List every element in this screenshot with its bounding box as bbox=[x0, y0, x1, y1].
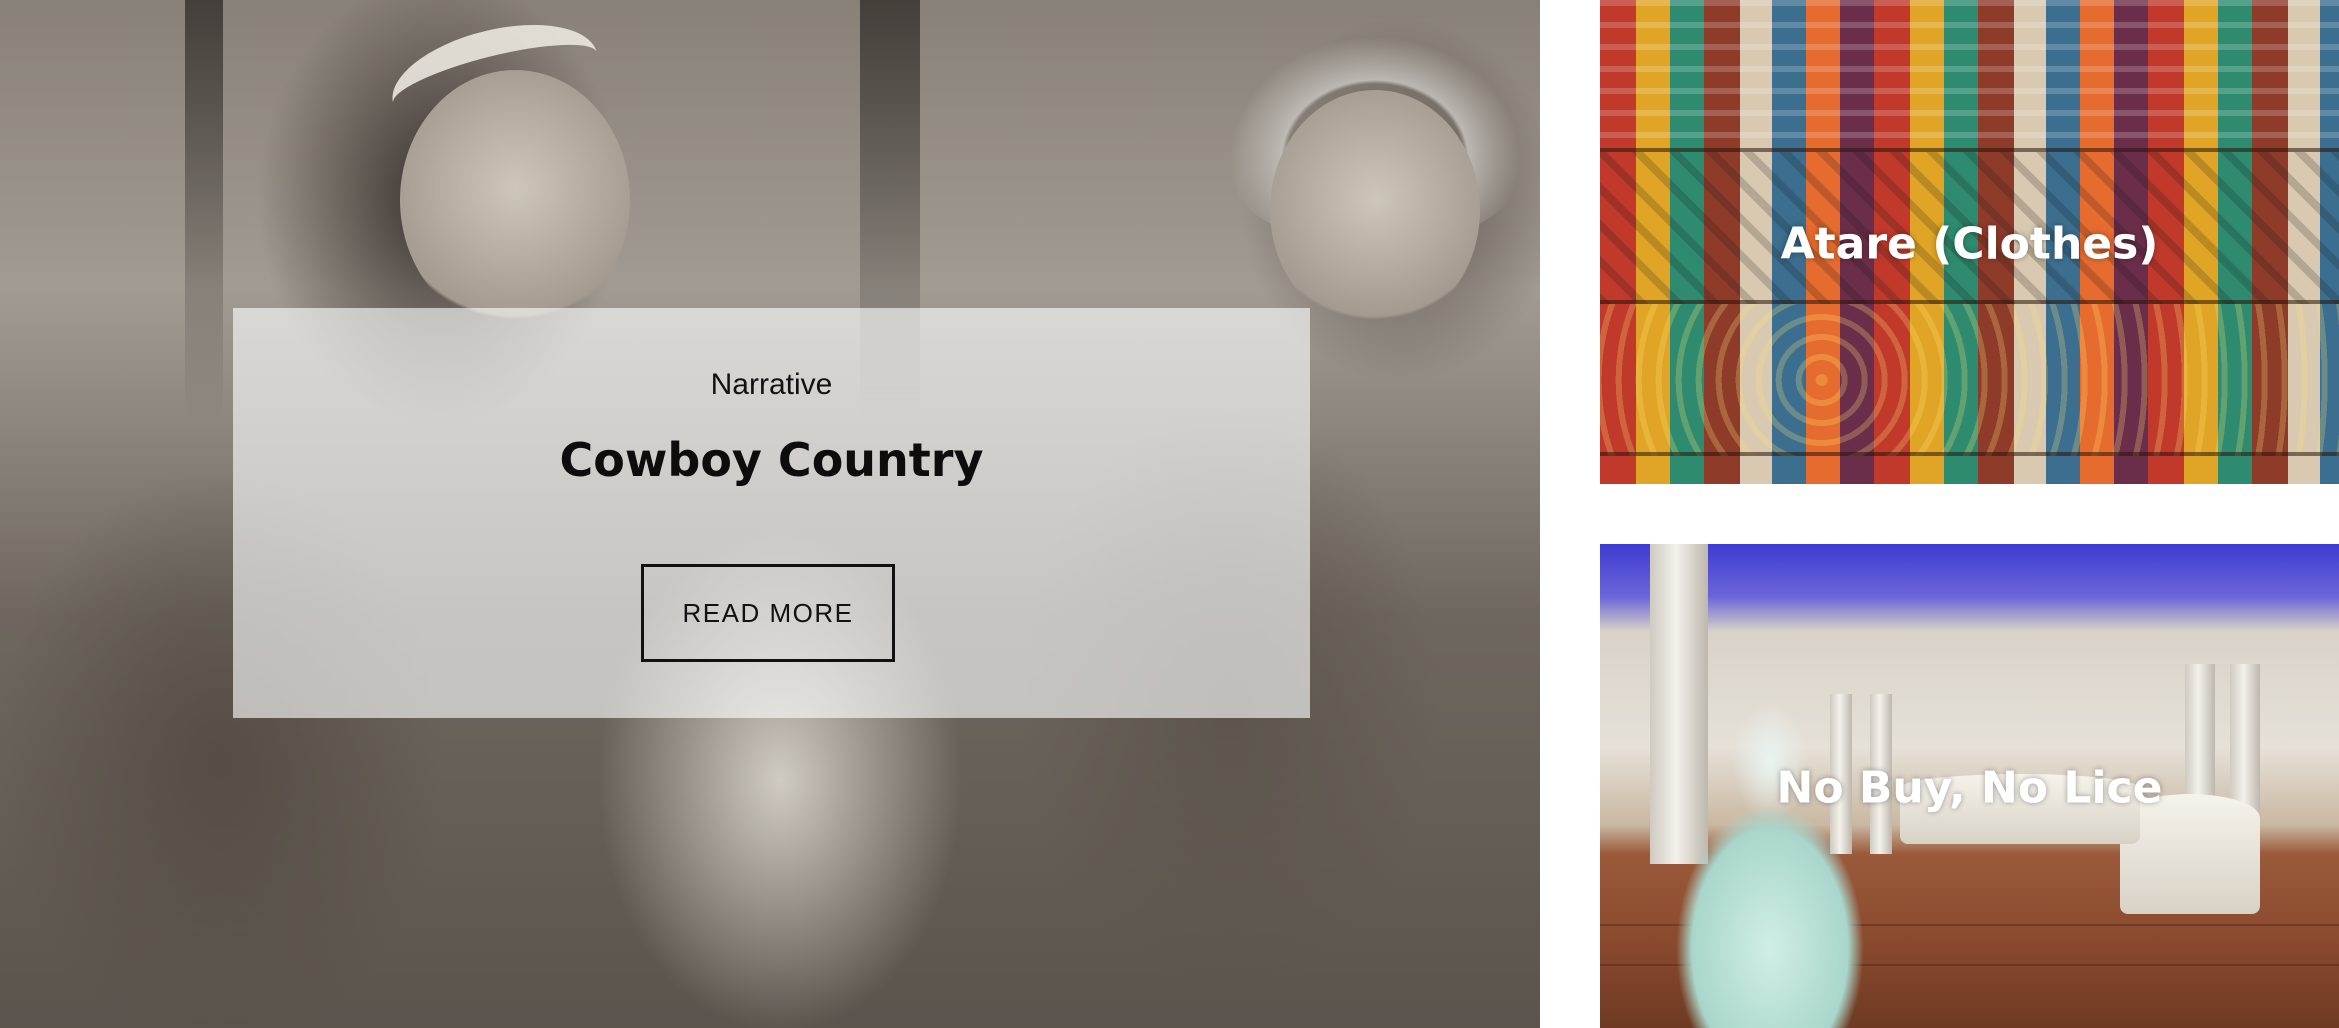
photo-detail bbox=[400, 70, 630, 330]
bride-figure bbox=[1640, 694, 1900, 1028]
story-tile-title[interactable]: No Buy, No Lice bbox=[1600, 763, 2339, 814]
featured-title[interactable]: Cowboy Country bbox=[233, 433, 1310, 487]
featured-category[interactable]: Narrative bbox=[233, 368, 1310, 402]
fabric-row bbox=[1600, 304, 2339, 456]
photo-detail bbox=[1270, 90, 1480, 330]
featured-photo-vintage-children[interactable]: Narrative Cowboy Country READ MORE bbox=[0, 0, 1540, 1028]
page: Narrative Cowboy Country READ MORE Atare… bbox=[0, 0, 2339, 1028]
fabric-row bbox=[1600, 0, 2339, 152]
story-tile-atare[interactable]: Atare (Clothes) bbox=[1600, 0, 2339, 484]
photo-detail bbox=[185, 0, 223, 420]
fabric-seam bbox=[1600, 300, 2339, 304]
featured-card: Narrative Cowboy Country READ MORE bbox=[233, 308, 1310, 718]
fabric-seam bbox=[1600, 452, 2339, 456]
story-tile-no-buy-no-lice[interactable]: No Buy, No Lice bbox=[1600, 544, 2339, 1028]
fabric-seam bbox=[1600, 148, 2339, 152]
story-tile-title[interactable]: Atare (Clothes) bbox=[1600, 219, 2339, 270]
read-more-button[interactable]: READ MORE bbox=[641, 564, 895, 662]
